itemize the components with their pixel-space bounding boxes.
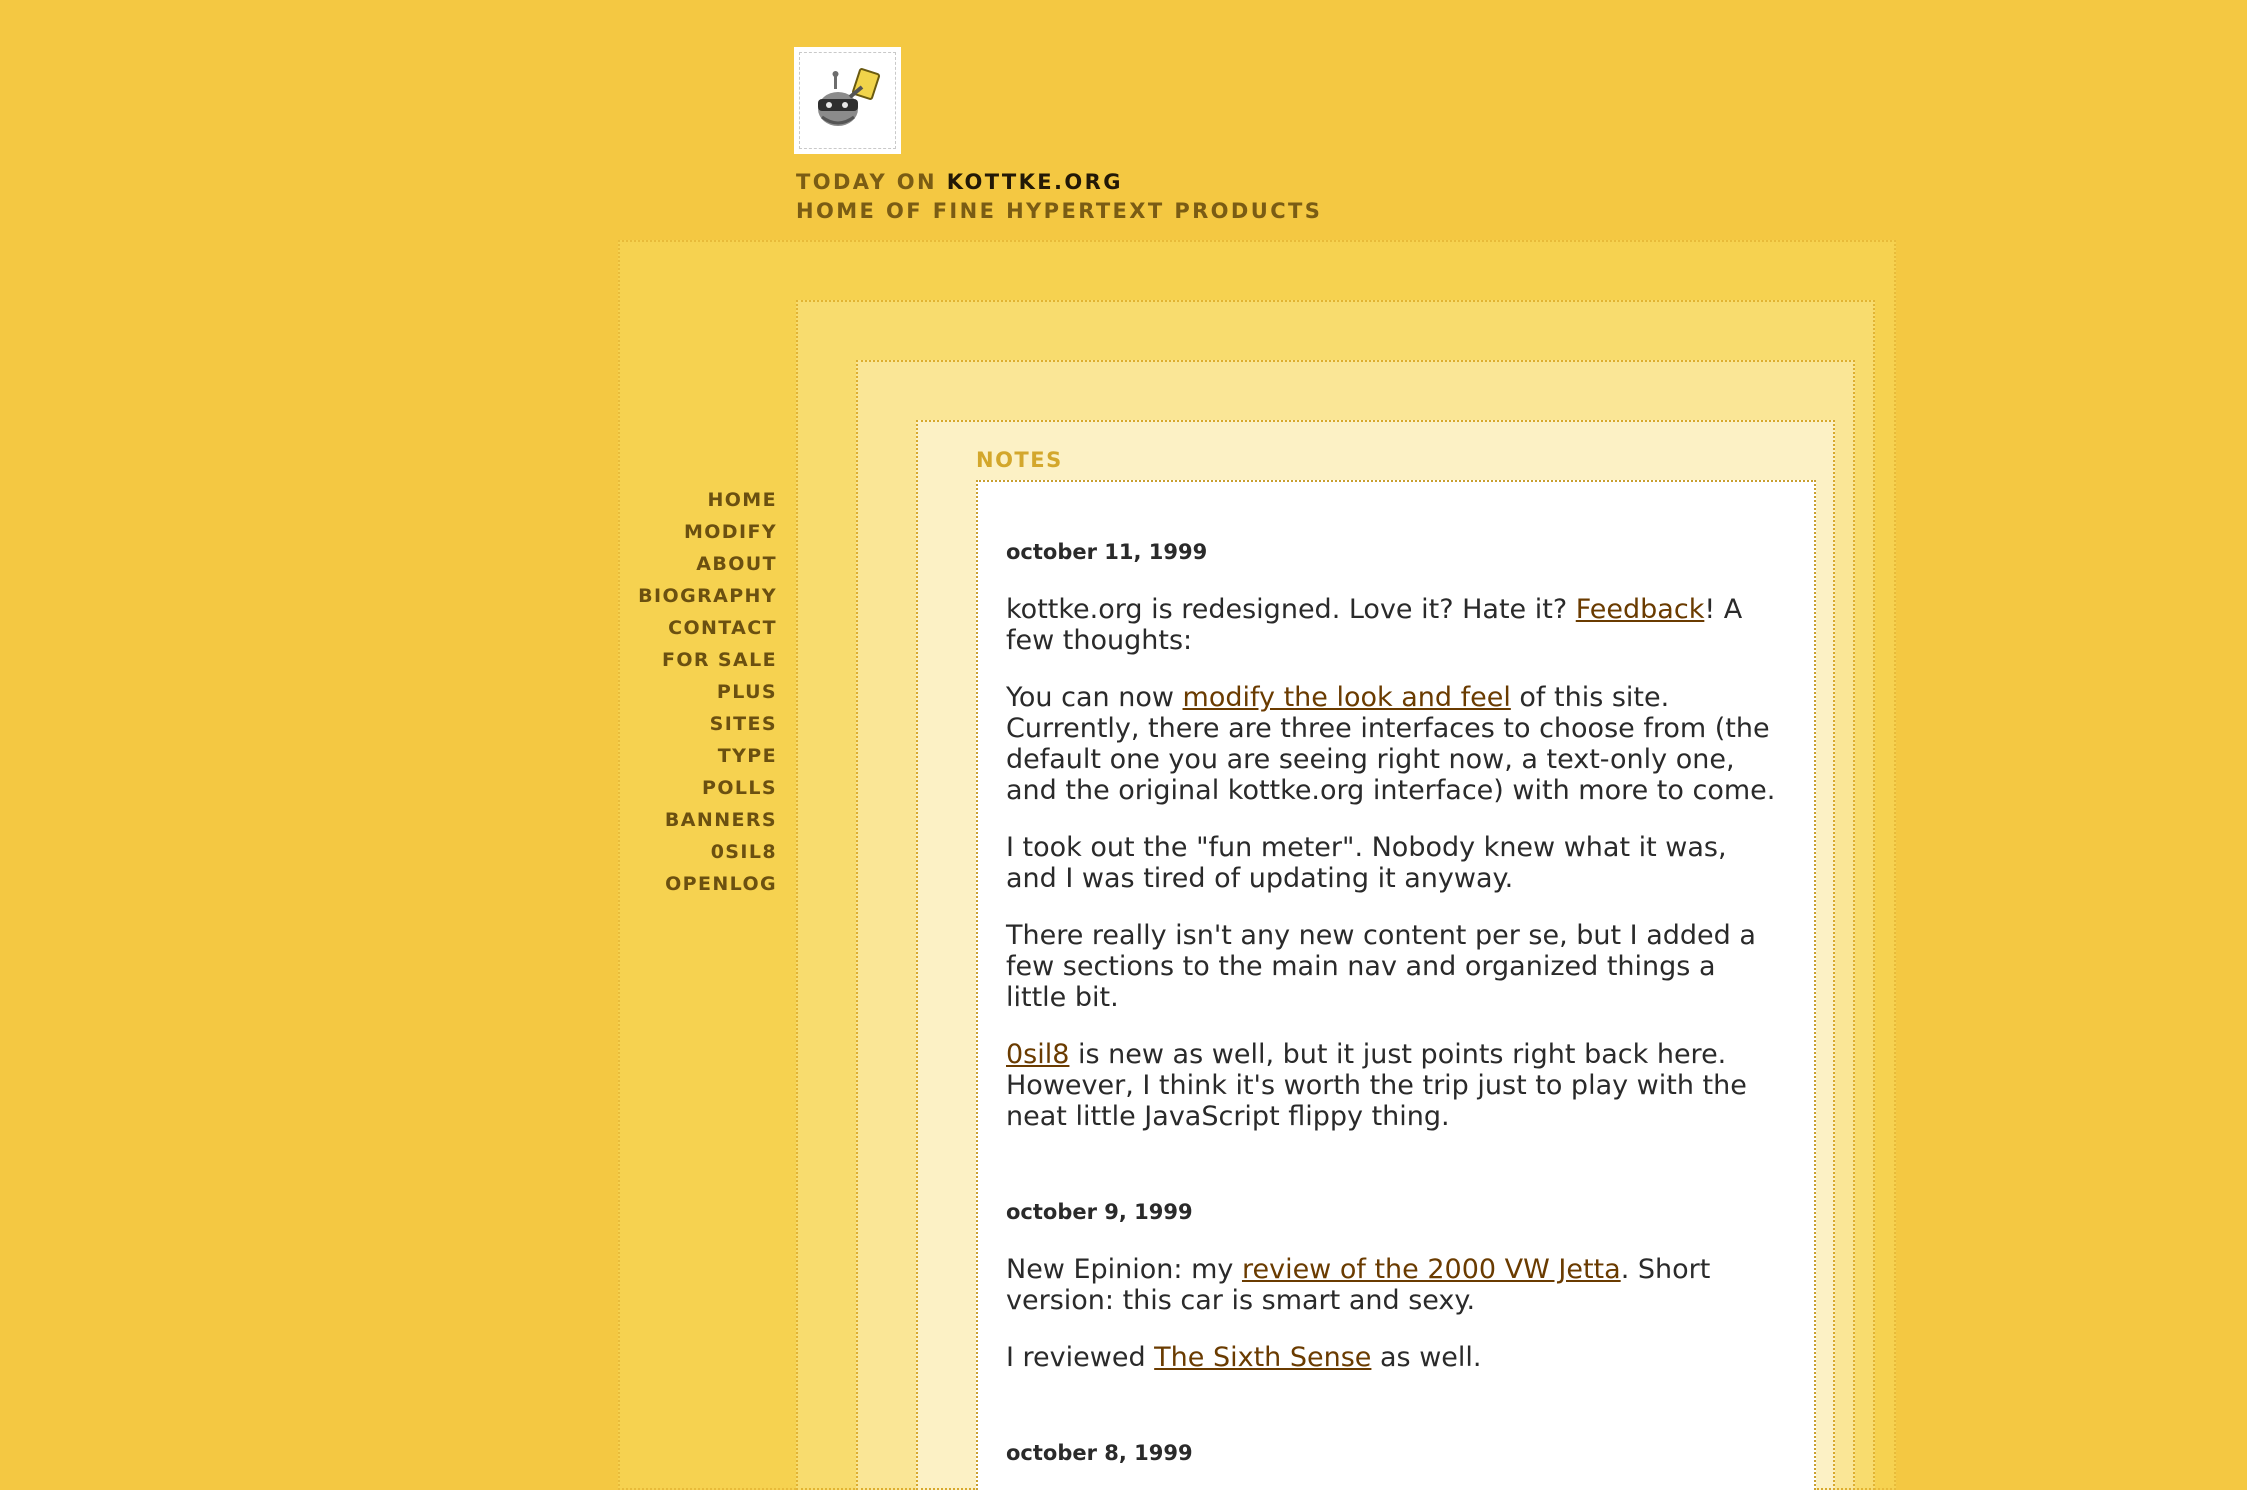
notes-panel: october 11, 1999 kottke.org is redesigne… bbox=[976, 480, 1816, 1490]
today-prefix: TODAY ON bbox=[796, 170, 947, 194]
nav-item-home[interactable]: HOME bbox=[600, 484, 777, 516]
modify-look-link[interactable]: modify the look and feel bbox=[1183, 682, 1511, 713]
entry-date: october 9, 1999 bbox=[1006, 1200, 1193, 1224]
nav-item-about[interactable]: ABOUT bbox=[600, 548, 777, 580]
entry-paragraph: New Epinion: my review of the 2000 VW Je… bbox=[1006, 1254, 1711, 1316]
entry-paragraph: You can now modify the look and feel of … bbox=[1006, 682, 1776, 806]
news-entry: october 11, 1999 kottke.org is redesigne… bbox=[1006, 540, 1784, 1132]
site-title-line: TODAY ON KOTTKE.ORG bbox=[796, 168, 1322, 197]
site-header: TODAY ON KOTTKE.ORG HOME OF FINE HYPERTE… bbox=[796, 168, 1322, 226]
nav-item-sites[interactable]: SITES bbox=[600, 708, 777, 740]
sixth-sense-link[interactable]: The Sixth Sense bbox=[1154, 1342, 1371, 1373]
site-tagline: HOME OF FINE HYPERTEXT PRODUCTS bbox=[796, 199, 1323, 223]
entry-paragraph: There really isn't any new content per s… bbox=[1006, 920, 1756, 1013]
nav-item-openlog[interactable]: OPENLOG bbox=[600, 868, 777, 900]
nav-item-polls[interactable]: POLLS bbox=[600, 772, 777, 804]
entry-paragraph: I took out the "fun meter". Nobody knew … bbox=[1006, 832, 1727, 894]
news-entry: october 8, 1999 bbox=[1006, 1441, 1784, 1465]
robot-stamp-icon bbox=[818, 68, 881, 126]
nav-item-0sil8[interactable]: 0SIL8 bbox=[600, 836, 777, 868]
feedback-link[interactable]: Feedback bbox=[1576, 594, 1705, 625]
entry-paragraph: 0sil8 is new as well, but it just points… bbox=[1006, 1039, 1747, 1132]
entry-paragraph: kottke.org is redesigned. Love it? Hate … bbox=[1006, 594, 1743, 656]
nav-item-modify[interactable]: MODIFY bbox=[600, 516, 777, 548]
0sil8-link[interactable]: 0sil8 bbox=[1006, 1039, 1069, 1070]
jetta-review-link[interactable]: review of the 2000 VW Jetta bbox=[1242, 1254, 1621, 1285]
nav-item-type[interactable]: TYPE bbox=[600, 740, 777, 772]
logo-stamp[interactable] bbox=[796, 49, 899, 152]
entry-date: october 11, 1999 bbox=[1006, 540, 1208, 564]
nav-item-plus[interactable]: PLUS bbox=[600, 676, 777, 708]
nav-item-banners[interactable]: BANNERS bbox=[600, 804, 777, 836]
entry-date: october 8, 1999 bbox=[1006, 1441, 1193, 1465]
entry-paragraph: I reviewed The Sixth Sense as well. bbox=[1006, 1342, 1482, 1373]
notes-heading: NOTES bbox=[976, 448, 1063, 472]
site-name[interactable]: KOTTKE.ORG bbox=[947, 170, 1123, 194]
nav-item-biography[interactable]: BIOGRAPHY bbox=[600, 580, 777, 612]
main-nav: HOME MODIFY ABOUT BIOGRAPHY CONTACT FOR … bbox=[600, 484, 777, 900]
nav-item-for-sale[interactable]: FOR SALE bbox=[600, 644, 777, 676]
news-entry: october 9, 1999 New Epinion: my review o… bbox=[1006, 1200, 1784, 1373]
nav-item-contact[interactable]: CONTACT bbox=[600, 612, 777, 644]
